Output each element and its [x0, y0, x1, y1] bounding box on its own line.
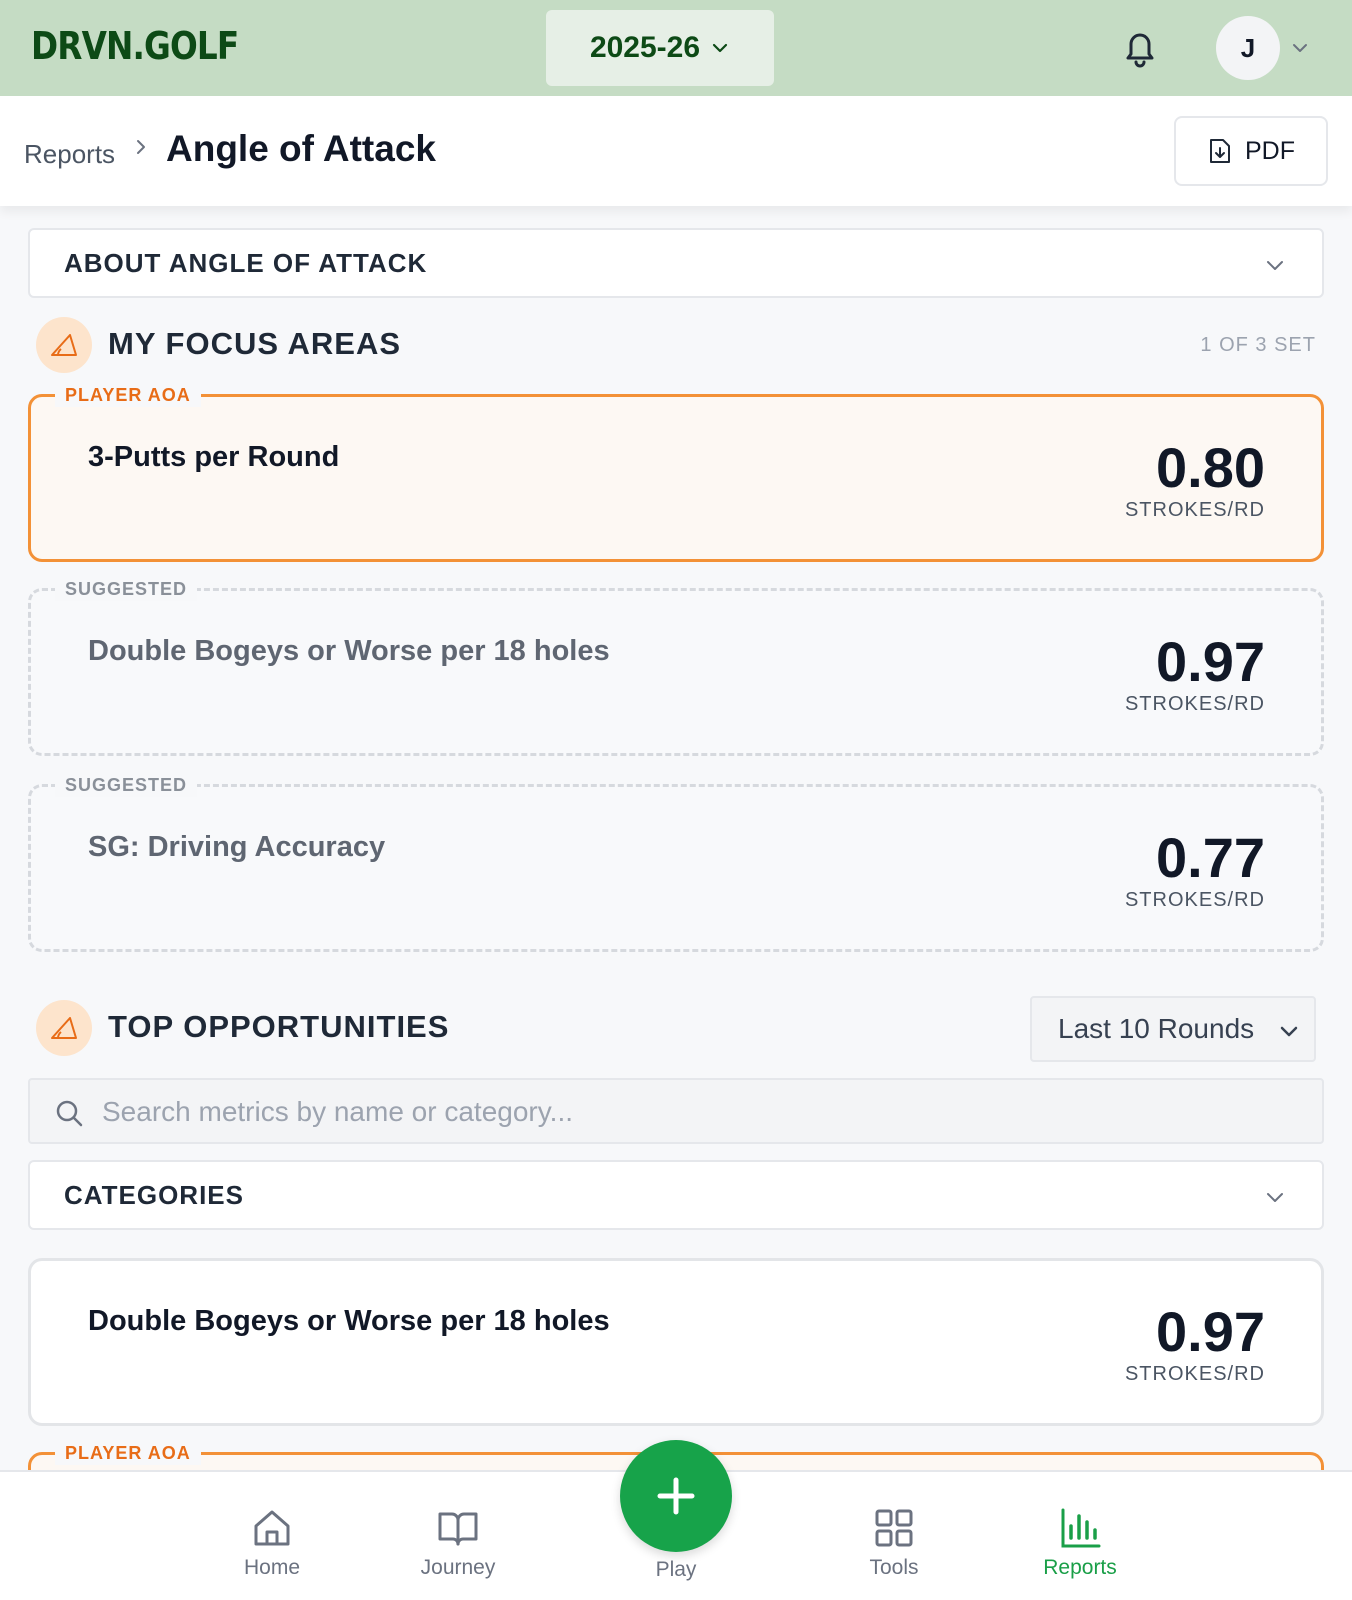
metric-value: 0.97: [1156, 630, 1265, 693]
metric-name: Double Bogeys or Worse per 18 holes: [88, 635, 610, 667]
categories-label: CATEGORIES: [64, 1179, 244, 1210]
season-label: 2025-26: [589, 31, 701, 64]
pdf-button[interactable]: PDF: [1174, 116, 1328, 186]
season-selector[interactable]: 2025-26: [546, 10, 774, 86]
nav-play-label: Play: [655, 1558, 697, 1581]
book-icon: [438, 1512, 478, 1546]
metric-value: 0.80: [1156, 436, 1265, 499]
focus-card-suggested[interactable]: SUGGESTED SG: Driving Accuracy 0.77 STRO…: [28, 773, 1324, 952]
angle-icon: [36, 1000, 92, 1056]
nav-journey-label: Journey: [420, 1556, 496, 1579]
rounds-range-value: Last 10 Rounds: [1058, 1013, 1255, 1044]
pdf-label: PDF: [1245, 136, 1295, 165]
top-bar: DRVN.GOLF 2025-26 J: [0, 0, 1352, 96]
nav-reports-label: Reports: [1043, 1556, 1117, 1579]
metric-unit: STROKES/RD: [1124, 693, 1265, 715]
card-tag: SUGGESTED: [55, 773, 198, 797]
search-input[interactable]: [102, 1090, 1282, 1134]
bell-icon[interactable]: [1120, 26, 1160, 70]
grid-icon: [875, 1509, 913, 1547]
search-icon: [56, 1100, 83, 1127]
logo[interactable]: DRVN.GOLF: [31, 24, 239, 68]
nav-home[interactable]: Home: [202, 1506, 342, 1580]
breadcrumb-reports[interactable]: Reports: [24, 139, 115, 170]
focus-areas-title: MY FOCUS AREAS: [108, 326, 402, 361]
home-icon: [254, 1510, 290, 1546]
metric-value: 0.97: [1156, 1300, 1265, 1363]
chevron-down-icon[interactable]: [1290, 38, 1310, 58]
chevron-right-icon: [137, 140, 145, 154]
about-accordion[interactable]: ABOUT ANGLE OF ATTACK: [28, 228, 1324, 298]
focus-card-suggested[interactable]: SUGGESTED Double Bogeys or Worse per 18 …: [28, 577, 1324, 756]
plus-icon: [657, 1477, 695, 1515]
nav-tools-label: Tools: [869, 1556, 919, 1579]
nav-journey[interactable]: Journey: [388, 1506, 528, 1580]
page-title: Angle of Attack: [166, 128, 436, 169]
card-tag: PLAYER AOA: [55, 383, 201, 407]
metric-unit: STROKES/RD: [1124, 499, 1265, 521]
avatar[interactable]: J: [1216, 16, 1280, 80]
nav-reports[interactable]: Reports: [1010, 1506, 1150, 1580]
opportunity-card[interactable]: Double Bogeys or Worse per 18 holes 0.97…: [28, 1258, 1324, 1426]
play-button[interactable]: [620, 1440, 732, 1552]
nav-tools[interactable]: Tools: [824, 1506, 964, 1580]
metric-name: SG: Driving Accuracy: [88, 831, 386, 863]
nav-home-label: Home: [243, 1556, 301, 1579]
card-tag: SUGGESTED: [55, 577, 198, 601]
chevron-down-icon: [712, 43, 728, 53]
metric-search: [28, 1078, 1324, 1144]
bar-chart-icon: [1061, 1508, 1101, 1548]
metric-name: 3-Putts per Round: [88, 441, 340, 473]
metric-unit: STROKES/RD: [1124, 1363, 1265, 1385]
angle-icon: [36, 317, 92, 373]
file-download-icon: [1210, 139, 1230, 163]
about-label: ABOUT ANGLE OF ATTACK: [64, 247, 428, 278]
categories-accordion[interactable]: CATEGORIES: [28, 1160, 1324, 1230]
top-opportunities-title: TOP OPPORTUNITIES: [108, 1009, 450, 1044]
focus-card-player[interactable]: PLAYER AOA 3-Putts per Round 0.80 STROKE…: [28, 383, 1324, 562]
metric-unit: STROKES/RD: [1124, 889, 1265, 911]
chevron-down-icon: [1267, 1193, 1283, 1202]
chevron-down-icon: [1280, 1026, 1298, 1037]
focus-areas-count: 1 OF 3 SET: [1200, 334, 1316, 356]
card-tag: PLAYER AOA: [55, 1441, 201, 1465]
page-header: Reports Angle of Attack PDF: [0, 96, 1352, 206]
metric-value: 0.77: [1156, 826, 1265, 889]
metric-name: Double Bogeys or Worse per 18 holes: [88, 1305, 610, 1337]
chevron-down-icon: [1267, 261, 1283, 270]
rounds-range-select[interactable]: Last 10 Rounds: [1030, 996, 1316, 1062]
